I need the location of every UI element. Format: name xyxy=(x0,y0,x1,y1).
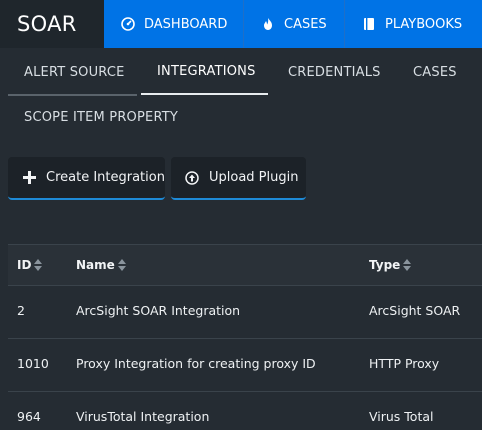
table-header: ID Name Type xyxy=(8,244,482,286)
column-header-type-label: Type xyxy=(369,258,401,272)
column-header-name[interactable]: Name xyxy=(76,258,127,272)
table-row[interactable]: 964 VirusTotal Integration Virus Total xyxy=(8,392,482,430)
tab-scope-item-property[interactable]: SCOPE ITEM PROPERTY xyxy=(24,110,178,125)
plus-icon xyxy=(22,171,36,185)
nav-playbooks[interactable]: PLAYBOOKS xyxy=(345,0,482,48)
sort-icon xyxy=(117,259,127,271)
tab-integrations[interactable]: INTEGRATIONS xyxy=(157,64,256,79)
tab-cases[interactable]: CASES xyxy=(413,65,457,80)
sort-icon xyxy=(403,259,412,271)
column-header-name-label: Name xyxy=(76,258,115,272)
sort-icon xyxy=(34,259,43,271)
cell-name: VirusTotal Integration xyxy=(76,409,210,424)
cell-type: ArcSight SOAR xyxy=(369,303,461,318)
nav-dashboard[interactable]: DASHBOARD xyxy=(104,0,244,48)
top-nav-bar: SOAR DASHBOARD CASES PLAYBOOKS xyxy=(0,0,482,48)
cell-type: HTTP Proxy xyxy=(369,356,440,371)
cell-name: ArcSight SOAR Integration xyxy=(76,303,241,318)
dashboard-gauge-icon xyxy=(121,17,135,31)
flame-icon xyxy=(261,17,275,31)
column-header-id[interactable]: ID xyxy=(17,258,43,272)
table-row[interactable]: 2 ArcSight SOAR Integration ArcSight SOA… xyxy=(8,286,482,339)
tab-alert-source[interactable]: ALERT SOURCE xyxy=(24,65,125,80)
nav-playbooks-label: PLAYBOOKS xyxy=(385,16,463,32)
create-integration-label: Create Integration xyxy=(46,170,165,185)
column-header-id-label: ID xyxy=(17,258,32,272)
tab-integrations-active-underline xyxy=(141,93,268,95)
create-integration-button[interactable]: Create Integration xyxy=(8,157,165,200)
cell-id: 964 xyxy=(17,409,41,424)
table-row[interactable]: 1010 Proxy Integration for creating prox… xyxy=(8,339,482,392)
upload-circle-arrow-icon xyxy=(185,170,199,185)
book-icon xyxy=(362,17,376,31)
upload-plugin-label: Upload Plugin xyxy=(209,170,299,185)
upload-plugin-button[interactable]: Upload Plugin xyxy=(171,157,306,200)
cell-id: 1010 xyxy=(17,356,49,371)
cell-type: Virus Total xyxy=(369,409,434,424)
nav-dashboard-label: DASHBOARD xyxy=(144,16,228,32)
tab-credentials[interactable]: CREDENTIALS xyxy=(288,65,381,80)
cell-id: 2 xyxy=(17,303,25,318)
tab-alert-source-underline xyxy=(8,94,137,96)
brand-logo[interactable]: SOAR xyxy=(0,0,104,48)
nav-cases[interactable]: CASES xyxy=(244,0,345,48)
column-header-type[interactable]: Type xyxy=(369,258,412,272)
nav-cases-label: CASES xyxy=(284,16,327,32)
cell-name: Proxy Integration for creating proxy ID xyxy=(76,356,316,371)
